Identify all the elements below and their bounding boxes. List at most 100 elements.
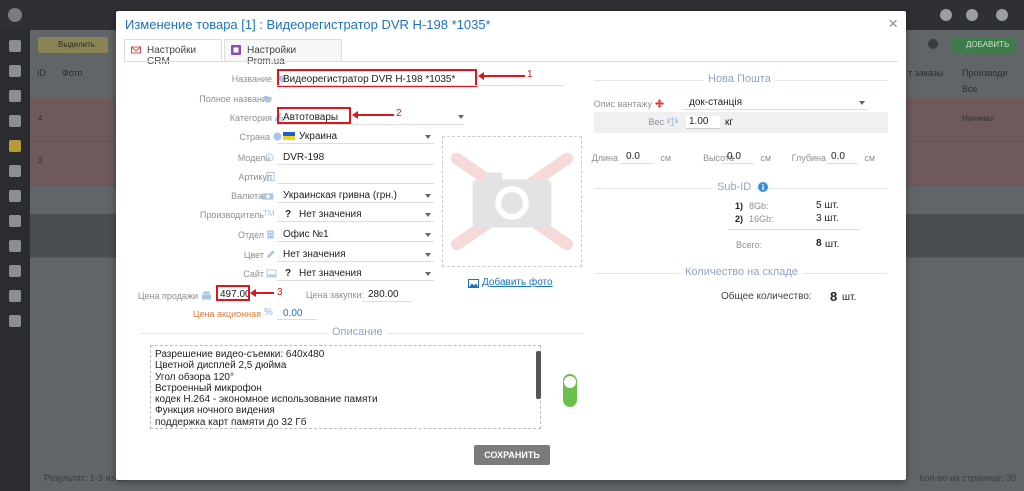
nova-poshta-title: Нова Пошта bbox=[704, 73, 775, 85]
messages-icon[interactable] bbox=[966, 9, 978, 21]
description-scrollbar[interactable] bbox=[536, 351, 541, 399]
category-label: Категория bbox=[229, 113, 272, 123]
field-underline bbox=[682, 109, 868, 110]
info-icon[interactable] bbox=[758, 182, 768, 192]
purchase-price-label: Цена закупки: bbox=[305, 290, 364, 300]
purchase-price-input[interactable]: 280.00 bbox=[368, 289, 399, 300]
manufacturer-select[interactable]: Нет значения bbox=[299, 209, 362, 220]
column-header-orders[interactable]: т заказы bbox=[908, 68, 943, 78]
department-select[interactable]: Офис №1 bbox=[283, 229, 329, 240]
model-input[interactable]: DVR-198 bbox=[283, 152, 324, 163]
truck-icon[interactable] bbox=[9, 165, 21, 177]
notifications-icon[interactable] bbox=[940, 9, 952, 21]
country-select[interactable]: Украина bbox=[299, 131, 337, 142]
description-line: Цветной дисплей 2,5 дюйма bbox=[155, 360, 287, 372]
promo-price-input[interactable]: 0.00 bbox=[283, 308, 302, 319]
add-button[interactable]: ДОБАВИТЬ bbox=[952, 37, 1016, 53]
user-avatar[interactable] bbox=[996, 9, 1008, 21]
power-icon[interactable] bbox=[9, 315, 21, 327]
close-icon[interactable]: × bbox=[888, 14, 898, 34]
stock-total-label: Общее количество: bbox=[721, 291, 812, 302]
currency-select[interactable]: Украинская гривна (грн.) bbox=[283, 190, 397, 201]
field-underline bbox=[826, 163, 858, 164]
depth-input[interactable]: 0.0 bbox=[831, 151, 845, 162]
sub-id-total-value: 8 bbox=[816, 238, 822, 249]
country-label: Страна bbox=[239, 132, 270, 142]
save-button[interactable]: СОХРАНИТЬ bbox=[474, 445, 550, 465]
annotation-arrow bbox=[352, 111, 394, 119]
name-label: Название bbox=[231, 74, 272, 84]
ukraine-flag-icon bbox=[283, 132, 295, 140]
diamond-icon[interactable] bbox=[9, 290, 21, 302]
registered-icon: R bbox=[265, 153, 274, 162]
tab-label: Настройки Prom.ua bbox=[247, 45, 297, 67]
pagination-summary: Результат: 1-3 из 3 bbox=[44, 473, 123, 483]
money-icon[interactable] bbox=[9, 265, 21, 277]
megaphone-icon[interactable] bbox=[9, 190, 21, 202]
sub-id-index: 2) bbox=[735, 214, 744, 224]
length-input[interactable]: 0.0 bbox=[626, 151, 640, 162]
description-line: Функция ночного видения bbox=[155, 405, 275, 417]
currency-label: Валюта bbox=[231, 191, 263, 201]
menu-icon[interactable] bbox=[9, 65, 21, 77]
manufacturer-filter[interactable]: Все bbox=[962, 84, 978, 94]
column-header-manufacturer[interactable]: Производи bbox=[962, 68, 1007, 78]
column-header-photo[interactable]: Фото bbox=[62, 68, 83, 78]
department-label: Отдел bbox=[237, 230, 264, 240]
description-line: поддержка карт памяти до 32 Гб bbox=[155, 416, 307, 428]
unknown-icon: ? bbox=[285, 268, 292, 279]
bank-icon[interactable] bbox=[9, 115, 21, 127]
color-select[interactable]: Нет значения bbox=[283, 249, 346, 260]
images-icon bbox=[266, 269, 277, 278]
column-header-id[interactable]: ID bbox=[37, 68, 46, 78]
cargo-select[interactable]: док-станція bbox=[689, 97, 742, 108]
stock-total-unit: шт. bbox=[842, 292, 857, 303]
filter-button[interactable]: Выделить bbox=[38, 37, 108, 53]
description-toggle[interactable] bbox=[563, 374, 577, 407]
chevron-down-icon[interactable] bbox=[458, 115, 464, 119]
chevron-down-icon[interactable] bbox=[425, 135, 431, 139]
monitor-icon[interactable] bbox=[9, 40, 21, 52]
description-textarea[interactable]: Разрешение видео-съемки: 640х480 Цветной… bbox=[150, 345, 541, 429]
tab-label: Настройки CRM bbox=[147, 45, 197, 67]
svg-text:R: R bbox=[268, 155, 271, 161]
users-icon[interactable] bbox=[9, 90, 21, 102]
box-icon[interactable] bbox=[9, 140, 21, 152]
app-logo-icon bbox=[8, 8, 22, 22]
article-input[interactable] bbox=[277, 183, 434, 184]
photo-dropzone[interactable] bbox=[442, 136, 582, 267]
sliders-icon[interactable] bbox=[9, 240, 21, 252]
prom-tab-icon bbox=[231, 45, 241, 55]
row-number: 3 bbox=[38, 156, 43, 165]
height-unit: см bbox=[760, 153, 771, 163]
sub-id-qty: 5 шт. bbox=[816, 200, 839, 211]
annotation-number: 3 bbox=[277, 287, 283, 298]
globe-icon bbox=[273, 132, 282, 141]
image-icon bbox=[468, 279, 479, 288]
gear-icon[interactable] bbox=[928, 39, 938, 49]
add-photo-link[interactable]: Добавить фото bbox=[482, 277, 553, 288]
site-select[interactable]: Нет значения bbox=[299, 268, 362, 279]
crm-tab-icon bbox=[131, 46, 141, 54]
tab-crm-settings[interactable]: Настройки CRM bbox=[124, 39, 222, 67]
tag-icon bbox=[263, 95, 272, 104]
chevron-down-icon[interactable] bbox=[859, 101, 865, 105]
weight-row: Вес 1.00 кг bbox=[594, 112, 888, 133]
color-label: Цвет bbox=[243, 250, 264, 260]
chevron-down-icon[interactable] bbox=[425, 253, 431, 257]
weight-input[interactable]: 1.00 bbox=[686, 116, 720, 129]
chevron-down-icon[interactable] bbox=[425, 213, 431, 217]
chevron-down-icon[interactable] bbox=[425, 233, 431, 237]
page-size-selector[interactable]: Кол-во на странице: 30 bbox=[919, 473, 1016, 483]
chevron-down-icon[interactable] bbox=[425, 194, 431, 198]
tab-prom-settings[interactable]: Настройки Prom.ua bbox=[224, 39, 342, 67]
field-underline bbox=[277, 261, 434, 262]
edit-product-modal: Изменение товара [1] : Видеорегистратор … bbox=[116, 11, 906, 480]
cargo-label: Опис вантажу bbox=[593, 99, 652, 109]
height-input[interactable]: 0.0 bbox=[727, 151, 741, 162]
chevron-down-icon[interactable] bbox=[425, 272, 431, 276]
field-underline bbox=[277, 280, 434, 281]
modal-title: Изменение товара [1] : Видеорегистратор … bbox=[125, 17, 491, 32]
bar-chart-icon[interactable] bbox=[9, 215, 21, 227]
money-icon bbox=[262, 193, 274, 200]
